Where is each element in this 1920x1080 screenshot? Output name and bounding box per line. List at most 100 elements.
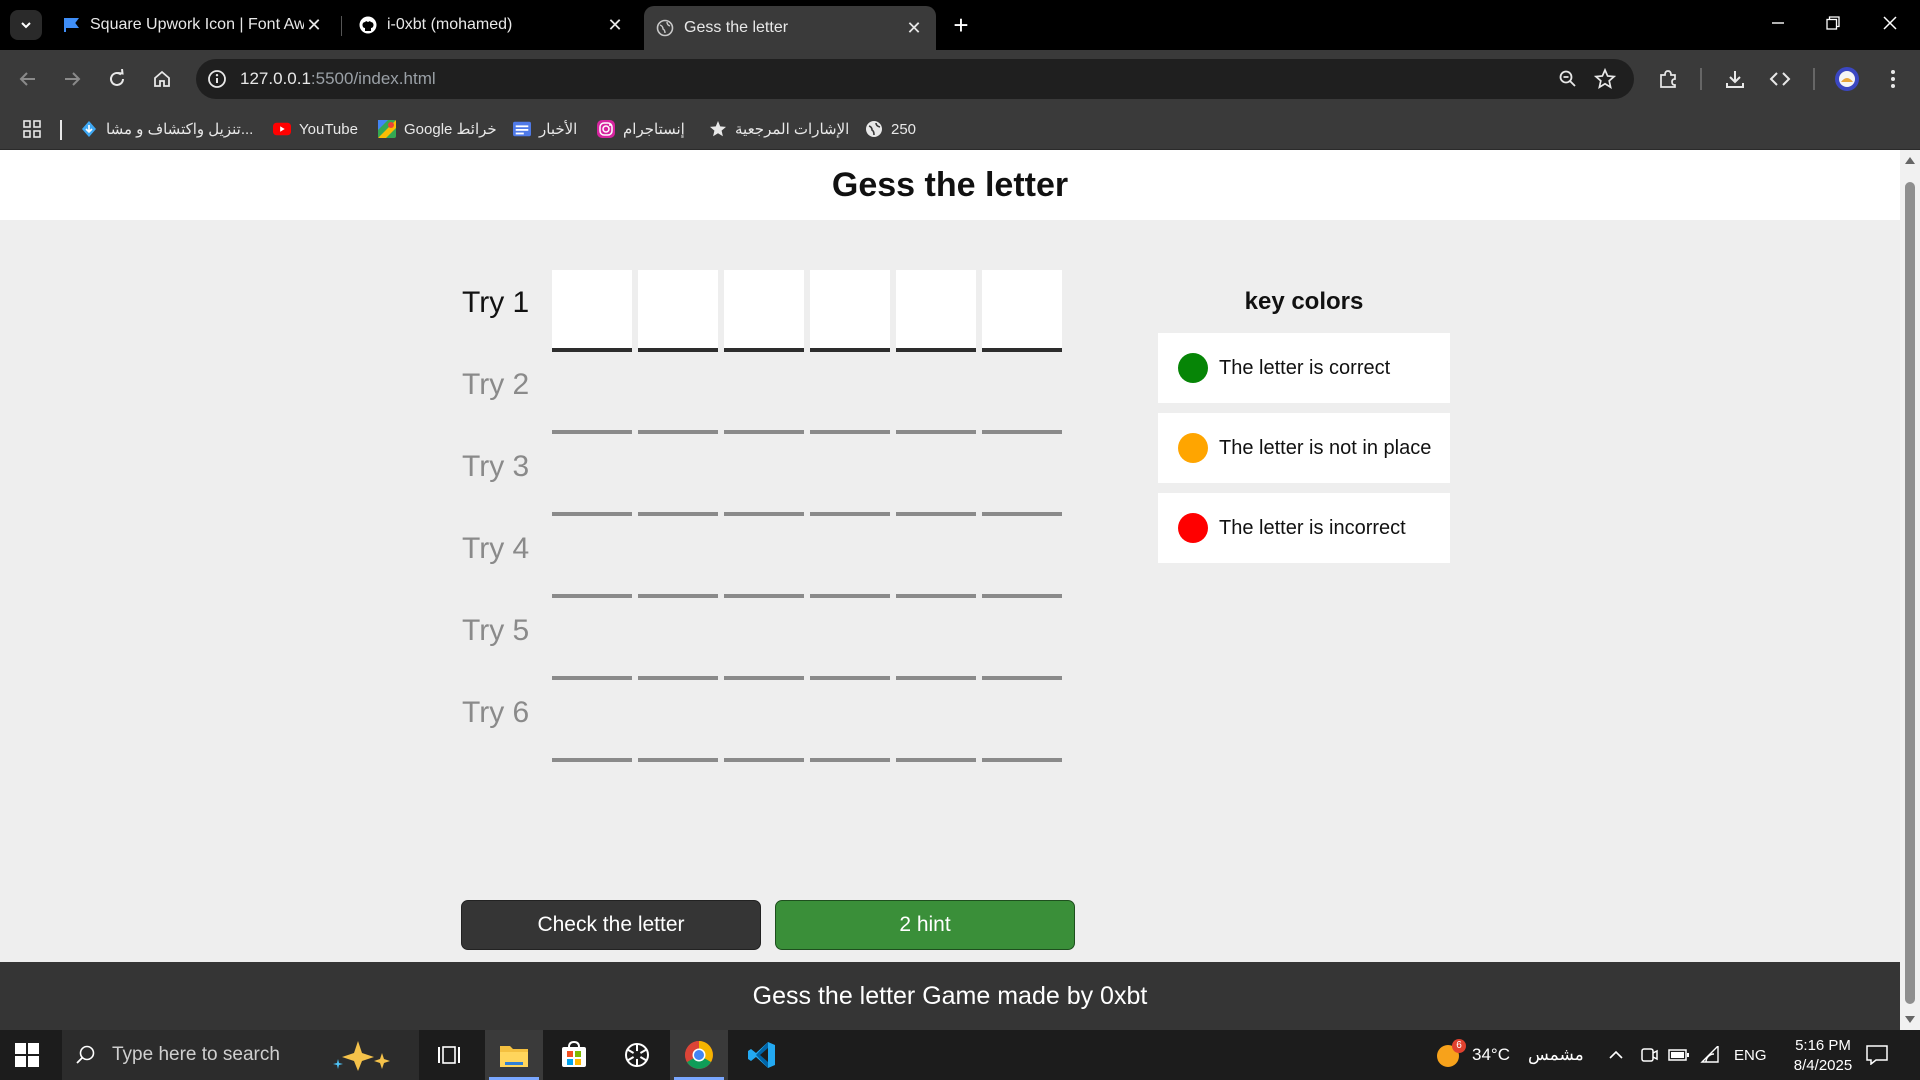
letter-input bbox=[724, 434, 804, 516]
back-button[interactable] bbox=[13, 64, 43, 94]
taskbar-search[interactable]: Type here to search bbox=[62, 1030, 419, 1080]
language-indicator[interactable]: ENG bbox=[1734, 1030, 1767, 1080]
clock-time: 5:16 PM bbox=[1795, 1037, 1851, 1054]
page-scrollbar[interactable] bbox=[1900, 150, 1920, 1030]
letter-input bbox=[638, 516, 718, 598]
new-tab-button[interactable]: + bbox=[946, 10, 976, 40]
close-tab-icon[interactable]: ✕ bbox=[304, 15, 324, 35]
bookmark-download-discover[interactable]: تنزيل واكتشاف و مشا... bbox=[80, 117, 253, 141]
key-label: The letter is correct bbox=[1219, 356, 1391, 379]
letter-input bbox=[896, 516, 976, 598]
bookmark-label: Google خرائط bbox=[404, 121, 497, 138]
tab-gess-the-letter[interactable]: Gess the letter ✕ bbox=[644, 6, 936, 50]
close-icon bbox=[1883, 16, 1897, 30]
apps-button[interactable] bbox=[22, 117, 42, 141]
toolbar-divider bbox=[1813, 68, 1815, 90]
key-colors-heading: key colors bbox=[1244, 288, 1364, 315]
code-icon bbox=[1769, 72, 1791, 86]
file-explorer-app[interactable] bbox=[485, 1030, 543, 1080]
tab-search-button[interactable] bbox=[10, 10, 42, 40]
bookmark-news[interactable]: الأخبار bbox=[513, 117, 577, 141]
chrome-app[interactable] bbox=[670, 1030, 728, 1080]
page-footer: Gess the letter Game made by 0xbt bbox=[0, 962, 1900, 1030]
chevron-up-icon bbox=[1609, 1050, 1623, 1059]
news-icon bbox=[513, 120, 531, 138]
tab-github[interactable]: i-0xbt (mohamed) ✕ bbox=[347, 8, 637, 42]
forward-button[interactable] bbox=[57, 64, 87, 94]
bookmark-google-maps[interactable]: Google خرائط bbox=[378, 117, 497, 141]
bookmark-youtube[interactable]: YouTube bbox=[273, 117, 358, 141]
network-indicator[interactable] bbox=[1700, 1030, 1720, 1080]
battery-indicator[interactable] bbox=[1668, 1030, 1690, 1080]
hint-button[interactable]: 2 hint bbox=[775, 900, 1075, 950]
zoom-icon[interactable] bbox=[1556, 67, 1580, 91]
scroll-up-arrow-icon[interactable] bbox=[1905, 157, 1915, 164]
home-button[interactable] bbox=[147, 64, 177, 94]
letter-input bbox=[896, 434, 976, 516]
key-dot-orange bbox=[1178, 433, 1208, 463]
show-hidden-icons-button[interactable] bbox=[1608, 1030, 1624, 1080]
bookmark-label: YouTube bbox=[299, 120, 358, 138]
site-info-icon[interactable] bbox=[206, 68, 228, 90]
reload-button[interactable] bbox=[102, 64, 132, 94]
close-window-button[interactable] bbox=[1870, 8, 1910, 38]
weather-description: مشمس bbox=[1527, 1045, 1584, 1064]
address-bar[interactable]: 127.0.0.1:5500/index.html bbox=[196, 59, 1634, 99]
bookmark-250[interactable]: 250 bbox=[865, 117, 916, 141]
try-label: Try 1 bbox=[462, 286, 530, 319]
vscode-icon bbox=[748, 1042, 775, 1068]
bookmark-star-icon[interactable] bbox=[1593, 67, 1617, 91]
bookmark-label: الأخبار bbox=[539, 121, 578, 138]
profile-button[interactable] bbox=[1832, 64, 1862, 94]
puzzle-icon bbox=[1660, 70, 1676, 88]
letter-input bbox=[724, 598, 804, 680]
back-arrow-icon bbox=[19, 72, 35, 86]
tab-title: Square Upwork Icon | Font Awe bbox=[90, 16, 304, 33]
system-clock[interactable]: 5:16 PM 8/4/2025 bbox=[1768, 1036, 1878, 1076]
devtools-button[interactable] bbox=[1765, 64, 1795, 94]
browser-menu-button[interactable] bbox=[1878, 64, 1908, 94]
letter-input bbox=[724, 516, 804, 598]
scroll-down-arrow-icon[interactable] bbox=[1905, 1016, 1915, 1023]
downloads-button[interactable] bbox=[1720, 64, 1750, 94]
weather-widget[interactable]: 6 34°C مشمس bbox=[1436, 1030, 1584, 1080]
globe-icon bbox=[656, 19, 674, 37]
bookmark-reading-list[interactable]: الإشارات المرجعية bbox=[709, 117, 849, 141]
download-app-icon bbox=[80, 120, 98, 138]
windows-logo-icon bbox=[15, 1043, 39, 1067]
toolbar-divider bbox=[1700, 68, 1702, 90]
minimize-button[interactable] bbox=[1758, 8, 1798, 38]
folder-icon bbox=[500, 1046, 528, 1067]
tab-font-awesome[interactable]: Square Upwork Icon | Font Awe ✕ bbox=[50, 8, 336, 42]
search-placeholder: Type here to search bbox=[112, 1044, 280, 1065]
microsoft-store-app[interactable] bbox=[545, 1030, 603, 1080]
page-title: Gess the letter bbox=[831, 165, 1069, 204]
close-tab-icon[interactable]: ✕ bbox=[605, 15, 625, 35]
meet-now-button[interactable] bbox=[1640, 1030, 1658, 1080]
letter-input bbox=[982, 352, 1062, 434]
reload-icon bbox=[110, 69, 124, 86]
store-icon bbox=[562, 1041, 586, 1067]
notifications-button[interactable] bbox=[1866, 1030, 1888, 1080]
chatgpt-app[interactable] bbox=[608, 1030, 666, 1080]
letter-input[interactable] bbox=[724, 270, 804, 352]
kebab-menu-icon bbox=[1891, 70, 1895, 88]
task-view-button[interactable] bbox=[420, 1030, 478, 1080]
bookmark-instagram[interactable]: إنستاجرام bbox=[597, 117, 685, 141]
weather-temperature: 34°C bbox=[1472, 1045, 1510, 1064]
vscode-app[interactable] bbox=[733, 1030, 791, 1080]
letter-input[interactable] bbox=[552, 270, 632, 352]
clock-date: 8/4/2025 bbox=[1793, 1057, 1853, 1074]
extensions-button[interactable] bbox=[1653, 64, 1683, 94]
letter-input[interactable] bbox=[810, 270, 890, 352]
letter-input[interactable] bbox=[982, 270, 1062, 352]
footer-text: Gess the letter Game made by 0xbt bbox=[752, 981, 1148, 1010]
check-letter-button[interactable]: Check the letter bbox=[461, 900, 761, 950]
windows-taskbar: Type here to search 6 34°C مشمس ENG 5:16… bbox=[0, 1030, 1920, 1080]
restore-button[interactable] bbox=[1813, 8, 1853, 38]
start-button[interactable] bbox=[12, 1040, 42, 1070]
close-tab-icon[interactable]: ✕ bbox=[904, 18, 924, 38]
scroll-thumb[interactable] bbox=[1905, 182, 1915, 1004]
letter-input[interactable] bbox=[638, 270, 718, 352]
letter-input[interactable] bbox=[896, 270, 976, 352]
